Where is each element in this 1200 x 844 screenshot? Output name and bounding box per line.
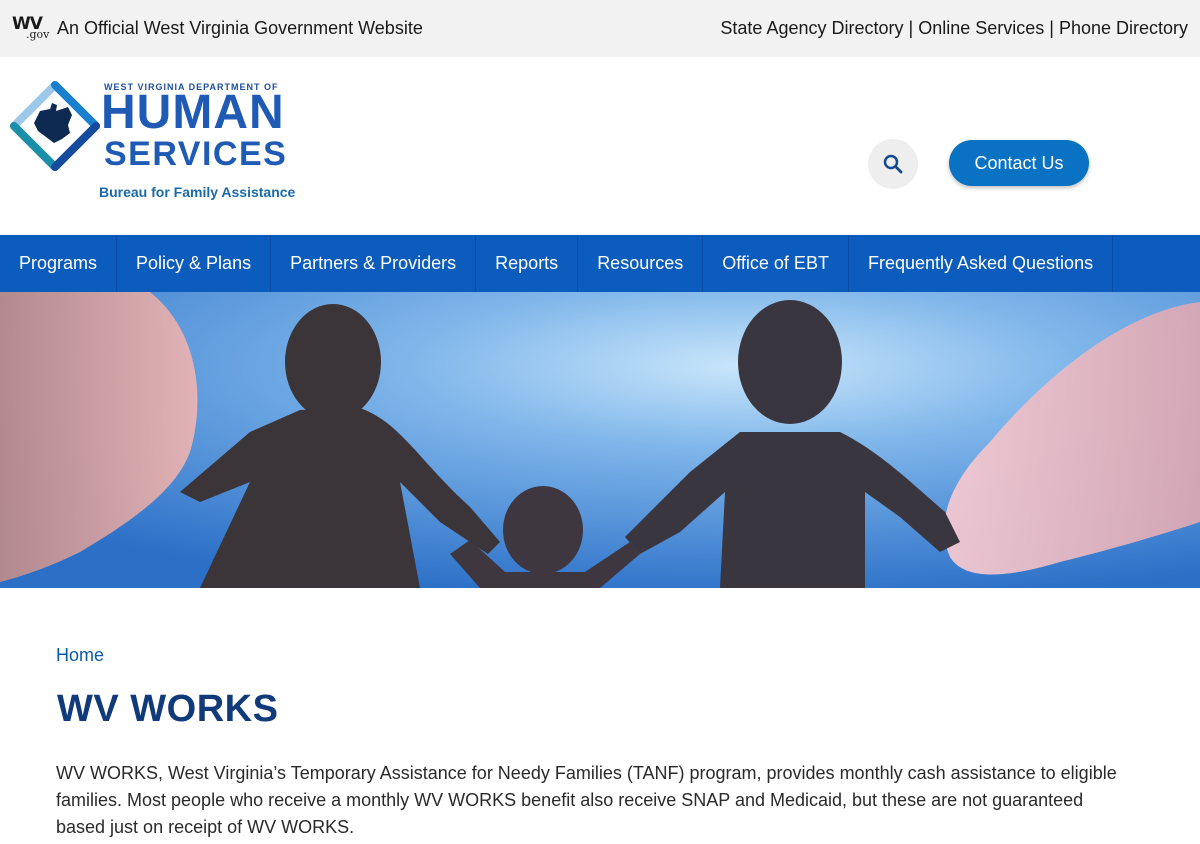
intro-paragraph: WV WORKS, West Virginia’s Temporary Assi… <box>56 763 1117 837</box>
online-services-link[interactable]: Online Services <box>918 18 1044 38</box>
nav-item-partners-providers[interactable]: Partners & Providers <box>271 235 477 292</box>
link-separator: | <box>908 18 914 38</box>
main-navigation: Programs Policy & Plans Partners & Provi… <box>0 235 1200 292</box>
logo-bureau-name: Bureau for Family Assistance <box>99 184 296 200</box>
official-site-notice: An Official West Virginia Government Web… <box>57 18 423 38</box>
dhhs-logo-icon[interactable] <box>10 81 100 171</box>
nav-item-office-of-ebt[interactable]: Office of EBT <box>703 235 849 292</box>
top-utility-links: State Agency Directory | Online Services | P… <box>720 18 1188 39</box>
nav-item-reports[interactable]: Reports <box>476 235 579 292</box>
wv-gov-logo-subtext: .gov <box>26 28 50 41</box>
phone-directory-link[interactable]: Phone Directory <box>1059 18 1188 38</box>
nav-item-policy-plans[interactable]: Policy & Plans <box>117 235 272 292</box>
site-header: WEST VIRGINIA DEPARTMENT OF HUMAN SERVIC… <box>0 57 1200 235</box>
nav-item-faq[interactable]: Frequently Asked Questions <box>849 235 1114 292</box>
link-separator: | <box>1049 18 1054 38</box>
official-site-bar: WV .gov An Official West Virginia Govern… <box>0 0 1200 57</box>
nav-item-programs[interactable]: Programs <box>0 235 118 292</box>
logo-human-text: HUMAN <box>101 86 285 139</box>
search-icon <box>883 154 903 174</box>
breadcrumb-home-link[interactable]: Home <box>56 645 104 666</box>
search-button[interactable] <box>868 139 918 189</box>
contact-us-button[interactable]: Contact Us <box>949 140 1089 186</box>
page-title: WV WORKS <box>57 688 279 730</box>
state-agency-directory-link[interactable]: State Agency Directory <box>720 18 903 38</box>
nav-item-resources[interactable]: Resources <box>578 235 704 292</box>
logo-services-text: SERVICES <box>104 135 288 173</box>
hero-banner-image <box>0 292 1200 588</box>
paper-family-illustration <box>0 292 1200 588</box>
wv-gov-logo[interactable]: WV .gov <box>12 14 50 42</box>
